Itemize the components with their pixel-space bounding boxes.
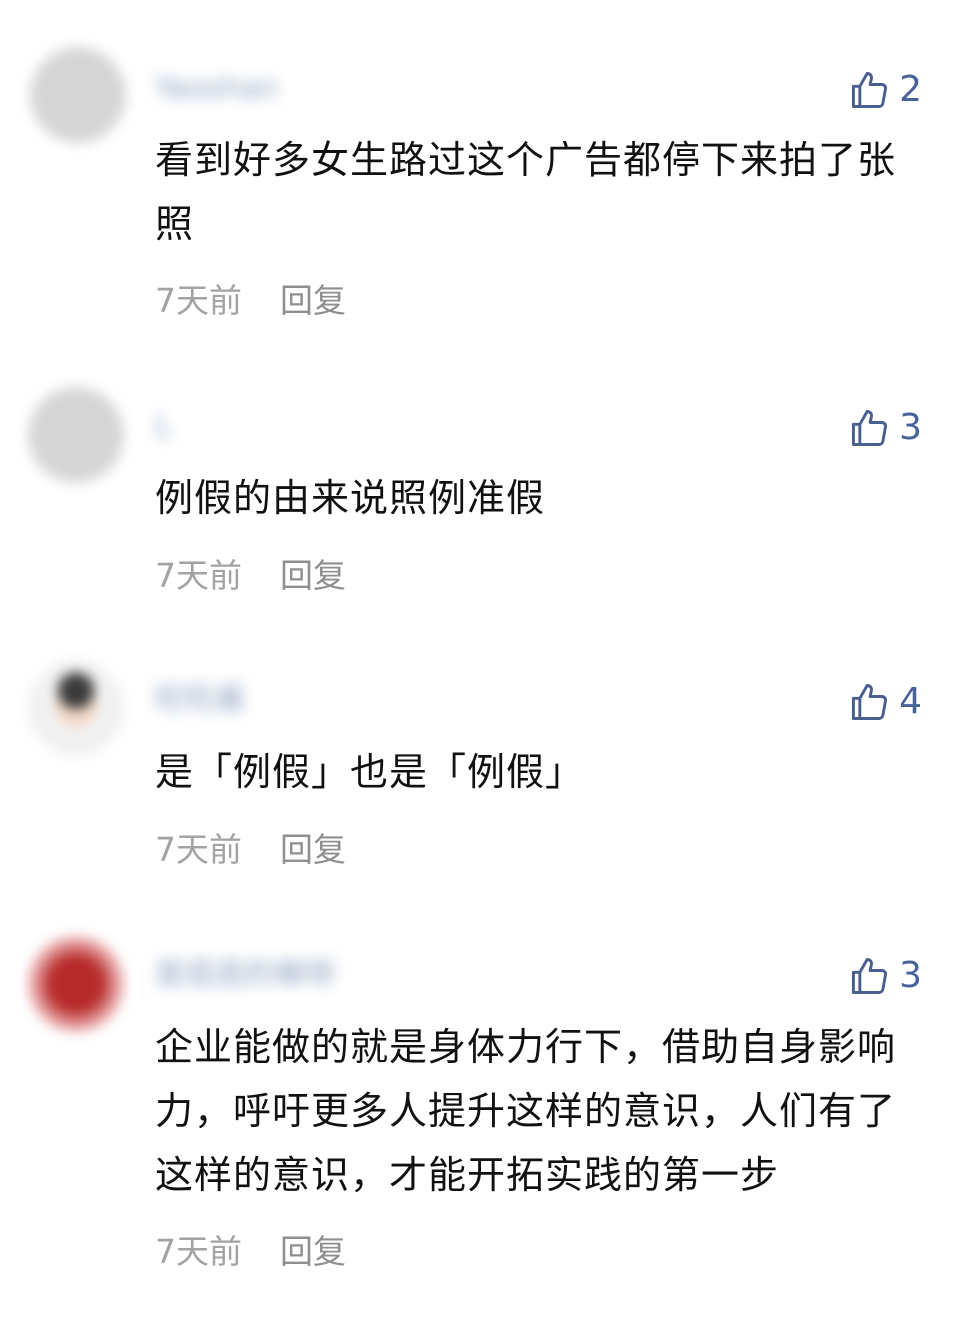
username[interactable]: 是逛逛的嘛呀 bbox=[155, 958, 335, 992]
comment-time: 7天前 bbox=[155, 1232, 242, 1271]
reply-button[interactable]: 回复 bbox=[280, 1225, 346, 1273]
comment-text: 企业能做的就是身体力行下，借助自身影响力，呼吁更多人提升这样的意识，人们有了这样… bbox=[155, 1025, 897, 1197]
thumbs-up-icon bbox=[847, 954, 891, 998]
comment-meta: 7天前 回复 bbox=[155, 1227, 346, 1271]
comment-item: 是逛逛的嘛呀 3 企业能做的就是身体力行下，借助自身影响力，呼吁更多人提升这样的… bbox=[0, 0, 980, 1300]
like-count: 3 bbox=[899, 955, 922, 996]
user-avatar[interactable] bbox=[28, 936, 124, 1032]
like-button[interactable]: 3 bbox=[847, 952, 922, 1000]
